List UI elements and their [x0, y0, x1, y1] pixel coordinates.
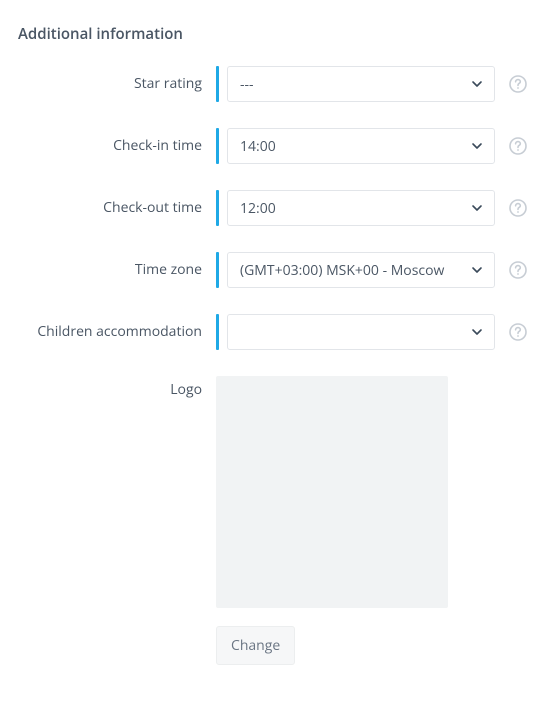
accent-bar [216, 314, 219, 350]
label-logo: Logo [16, 376, 216, 401]
row-children-accommodation: Children accommodation [16, 314, 527, 350]
label-star-rating: Star rating [16, 73, 216, 95]
row-logo: Logo Change [16, 376, 527, 665]
dropdown-star-rating[interactable]: --- [227, 66, 495, 102]
row-star-rating: Star rating --- [16, 66, 527, 102]
help-icon[interactable] [509, 137, 527, 155]
accent-bar [216, 128, 219, 164]
control-children-accommodation [216, 314, 527, 350]
row-time-zone: Time zone (GMT+03:00) MSK+00 - Moscow [16, 252, 527, 288]
row-check-in: Check-in time 14:00 [16, 128, 527, 164]
control-star-rating: --- [216, 66, 527, 102]
dropdown-value: 14:00 [227, 128, 495, 164]
dropdown-children-accommodation[interactable] [227, 314, 495, 350]
control-logo: Change [216, 376, 527, 665]
label-time-zone: Time zone [16, 259, 216, 281]
dropdown-value: 12:00 [227, 190, 495, 226]
help-icon[interactable] [509, 199, 527, 217]
row-check-out: Check-out time 12:00 [16, 190, 527, 226]
change-button[interactable]: Change [216, 626, 295, 665]
label-check-out: Check-out time [16, 197, 216, 219]
help-icon[interactable] [509, 75, 527, 93]
label-children-accommodation: Children accommodation [16, 321, 216, 343]
control-time-zone: (GMT+03:00) MSK+00 - Moscow [216, 252, 527, 288]
section-title: Additional information [16, 24, 527, 44]
dropdown-check-out[interactable]: 12:00 [227, 190, 495, 226]
dropdown-check-in[interactable]: 14:00 [227, 128, 495, 164]
dropdown-value: (GMT+03:00) MSK+00 - Moscow [227, 252, 495, 288]
accent-bar [216, 190, 219, 226]
dropdown-value [227, 314, 495, 350]
dropdown-value: --- [227, 66, 495, 102]
dropdown-time-zone[interactable]: (GMT+03:00) MSK+00 - Moscow [227, 252, 495, 288]
control-check-in: 14:00 [216, 128, 527, 164]
help-icon[interactable] [509, 323, 527, 341]
help-icon[interactable] [509, 261, 527, 279]
logo-placeholder [216, 376, 448, 608]
accent-bar [216, 66, 219, 102]
label-check-in: Check-in time [16, 135, 216, 157]
control-check-out: 12:00 [216, 190, 527, 226]
accent-bar [216, 252, 219, 288]
